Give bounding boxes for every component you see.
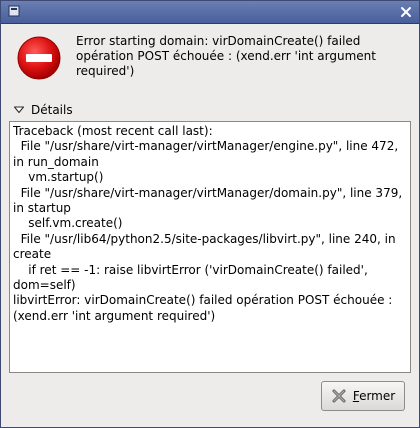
dialog-body: Error starting domain: virDomainCreate()… [1, 24, 419, 427]
traceback-text[interactable]: Traceback (most recent call last): File … [10, 122, 410, 326]
title-bar[interactable] [1, 1, 419, 24]
app-icon[interactable] [7, 4, 21, 18]
details-label[interactable]: Détails [31, 103, 73, 117]
error-message: Error starting domain: virDomainCreate()… [76, 34, 376, 78]
close-button[interactable]: Fermer [321, 381, 405, 411]
close-icon[interactable] [398, 4, 414, 20]
error-dialog: Error starting domain: virDomainCreate()… [0, 0, 420, 428]
error-icon [17, 36, 61, 80]
close-button-label-rest: ermer [359, 389, 396, 403]
details-textview[interactable]: Traceback (most recent call last): File … [9, 121, 411, 373]
close-x-icon [332, 389, 346, 403]
expander-arrow-icon[interactable] [13, 104, 25, 116]
details-expander[interactable]: Détails [13, 102, 73, 118]
close-button-label: Fermer [353, 389, 395, 403]
